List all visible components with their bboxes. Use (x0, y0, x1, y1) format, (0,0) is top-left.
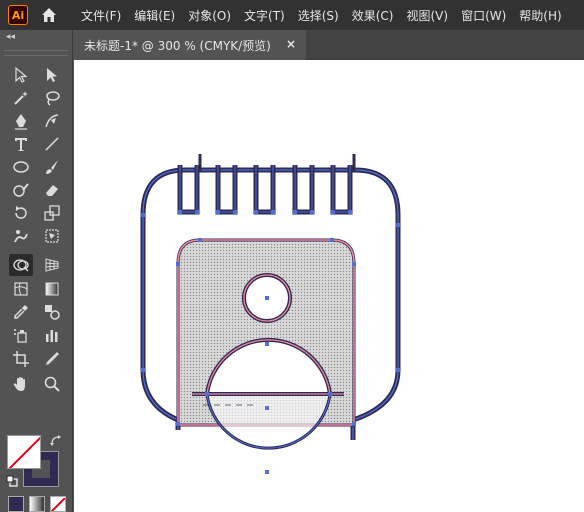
shape-builder-tool-icon[interactable] (9, 254, 33, 276)
close-icon[interactable]: × (286, 37, 296, 51)
menu-effect[interactable]: 效果(C) (352, 7, 394, 24)
direct-selection-tool-icon[interactable] (40, 64, 64, 86)
hand-tool-icon[interactable] (9, 373, 33, 395)
home-icon[interactable] (40, 6, 58, 24)
app-logo: Ai (8, 5, 28, 25)
menu-bar: Ai 文件(F) 编辑(E) 对象(O) 文字(T) 选择(S) 效果(C) 视… (0, 0, 584, 30)
paintbrush-tool-icon[interactable] (40, 156, 64, 178)
artboard-canvas[interactable] (74, 60, 584, 512)
swap-fill-stroke-icon[interactable] (49, 434, 63, 448)
panel-grip[interactable] (4, 50, 68, 56)
menu-items: 文件(F) 编辑(E) 对象(O) 文字(T) 选择(S) 效果(C) 视图(V… (81, 0, 575, 30)
free-transform-tool-icon[interactable] (40, 225, 64, 247)
column-graph-tool-icon[interactable] (40, 324, 64, 346)
blend-tool-icon[interactable] (40, 301, 64, 323)
menu-select[interactable]: 选择(S) (298, 7, 339, 24)
slice-tool-icon[interactable] (40, 348, 64, 370)
curvature-tool-icon[interactable] (40, 110, 64, 132)
magic-wand-tool-icon[interactable] (9, 87, 33, 109)
tools-panel: ◂◂ (0, 30, 73, 512)
document-tab-title: 未标题-1* @ 300 % (CMYK/预览) (84, 38, 271, 53)
document-tab[interactable]: 未标题-1* @ 300 % (CMYK/预览) × (74, 30, 306, 60)
fill-color-swatch[interactable] (7, 435, 41, 469)
menu-window[interactable]: 窗口(W) (461, 7, 506, 24)
gradient-mode-button[interactable] (29, 496, 45, 512)
menu-edit[interactable]: 编辑(E) (134, 7, 175, 24)
pen-tool-icon[interactable] (9, 110, 33, 132)
color-mode-button[interactable] (8, 496, 24, 512)
gradient-tool-icon[interactable] (40, 278, 64, 300)
menu-view[interactable]: 视图(V) (406, 7, 448, 24)
scale-tool-icon[interactable] (40, 202, 64, 224)
menu-object[interactable]: 对象(O) (188, 7, 231, 24)
artwork[interactable] (74, 60, 584, 512)
comb-teeth[interactable] (177, 154, 356, 215)
illustrator-window: Ai 文件(F) 编辑(E) 对象(O) 文字(T) 选择(S) 效果(C) 视… (0, 0, 584, 512)
document-tab-bar: 未标题-1* @ 300 % (CMYK/预览) × (74, 30, 584, 60)
type-tool-icon[interactable] (9, 133, 33, 155)
eraser-tool-icon[interactable] (40, 179, 64, 201)
none-mode-button[interactable] (50, 496, 66, 512)
symbol-sprayer-tool-icon[interactable] (9, 324, 33, 346)
default-fill-stroke-icon[interactable] (6, 475, 18, 487)
menu-help[interactable]: 帮助(H) (519, 7, 561, 24)
rotate-tool-icon[interactable] (9, 202, 33, 224)
collapse-panel-button[interactable]: ◂◂ (6, 32, 15, 42)
line-segment-tool-icon[interactable] (40, 133, 64, 155)
mesh-tool-icon[interactable] (9, 278, 33, 300)
zoom-tool-icon[interactable] (40, 373, 64, 395)
menu-type[interactable]: 文字(T) (244, 7, 285, 24)
menu-file[interactable]: 文件(F) (81, 7, 121, 24)
lasso-tool-icon[interactable] (40, 87, 64, 109)
selection-tool-icon[interactable] (9, 64, 33, 86)
shaper-tool-icon[interactable] (9, 179, 33, 201)
perspective-grid-tool-icon[interactable] (40, 254, 64, 276)
artboard-tool-icon[interactable] (9, 348, 33, 370)
ellipse-tool-icon[interactable] (9, 156, 33, 178)
puppet-warp-tool-icon[interactable] (9, 225, 33, 247)
eyedropper-tool-icon[interactable] (9, 301, 33, 323)
